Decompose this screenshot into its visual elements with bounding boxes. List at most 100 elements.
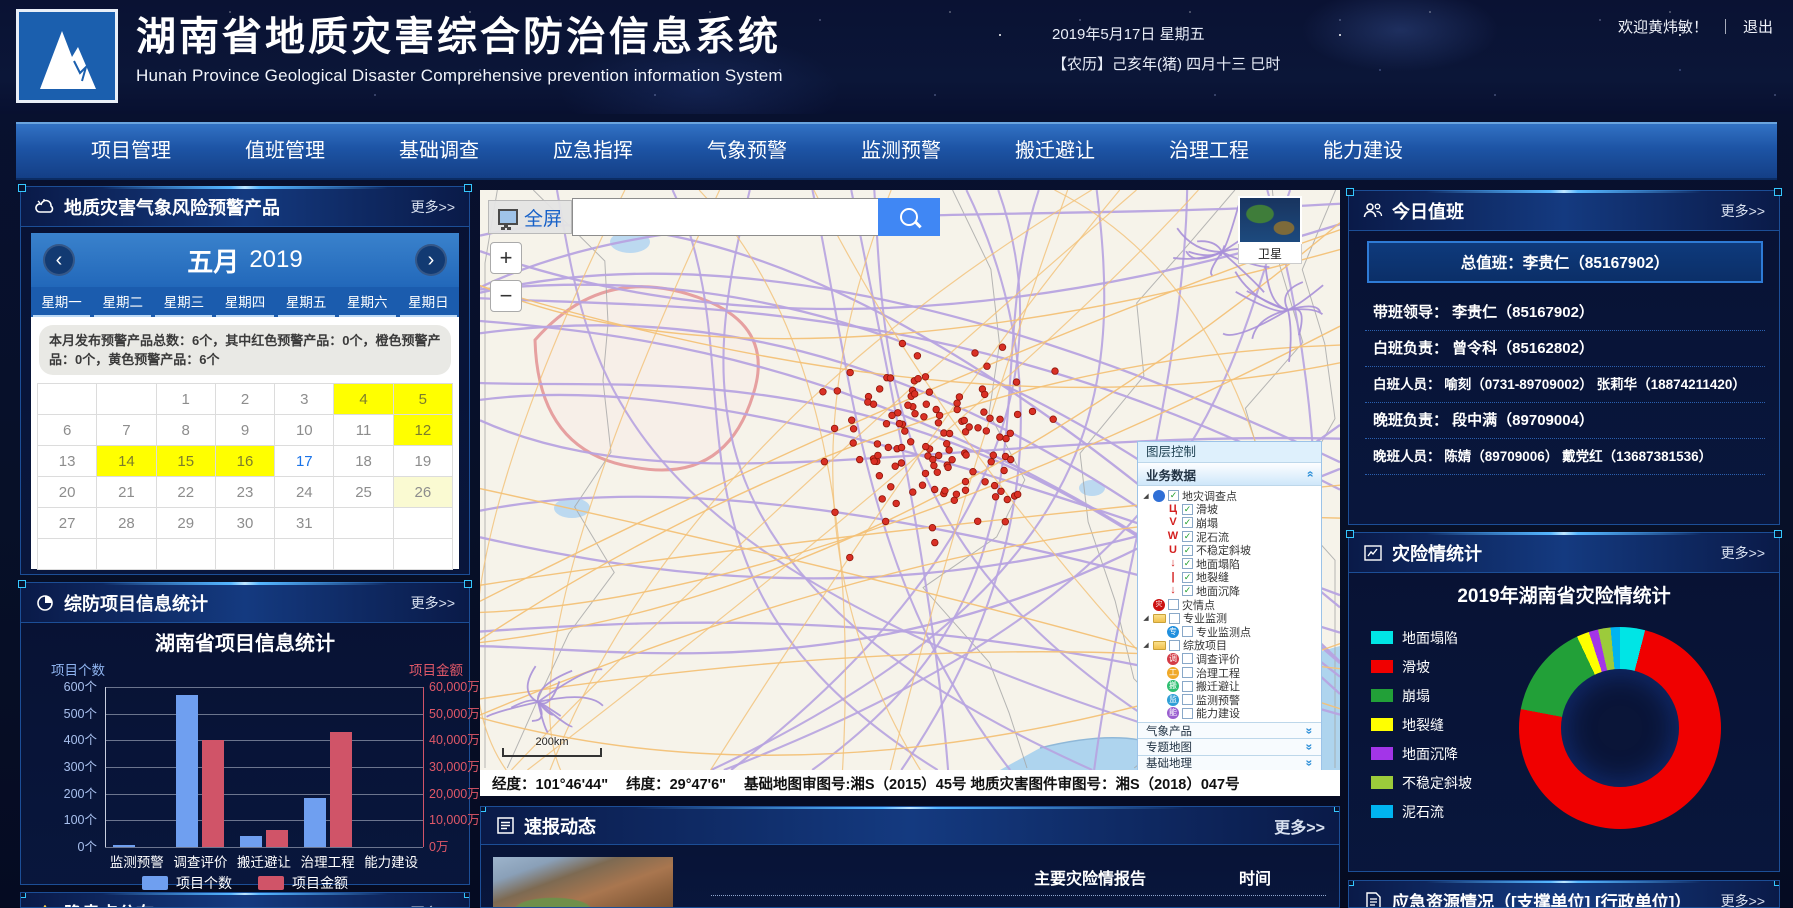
calendar-day[interactable]: 15: [157, 446, 216, 477]
nav-item-6[interactable]: 搬迁避让: [978, 124, 1132, 178]
chevron-up-icon: »: [1303, 471, 1317, 478]
map-search-button[interactable]: [878, 198, 940, 236]
logout-link[interactable]: 退出: [1743, 16, 1773, 37]
calendar-day[interactable]: 6: [38, 415, 97, 446]
satellite-thumbnail: [1238, 196, 1302, 244]
layer-checkbox[interactable]: [1182, 531, 1193, 542]
calendar-day[interactable]: 13: [38, 446, 97, 477]
nav-item-4[interactable]: 气象预警: [670, 124, 824, 178]
calendar-day[interactable]: 9: [216, 415, 275, 446]
calendar-day[interactable]: 27: [38, 508, 97, 539]
fullscreen-button[interactable]: 全屏: [488, 200, 572, 234]
layer-checkbox[interactable]: [1169, 613, 1180, 624]
hidden-more-link[interactable]: 更多>>: [411, 903, 455, 908]
layer-tree-item-0[interactable]: ◢地灾调查点: [1142, 489, 1321, 503]
nav-item-8[interactable]: 能力建设: [1286, 124, 1440, 178]
chief-duty-box[interactable]: 总值班：李贵仁（85167902）: [1367, 241, 1763, 283]
legend-item: 崩塌: [1371, 681, 1472, 710]
calendar-day[interactable]: 25: [334, 477, 393, 508]
calendar-day[interactable]: 4: [334, 384, 393, 415]
layer-tree-item-1[interactable]: Ц滑坡: [1142, 503, 1321, 517]
layer-checkbox[interactable]: [1168, 490, 1179, 501]
layer-checkbox[interactable]: [1182, 504, 1193, 515]
nav-item-7[interactable]: 治理工程: [1132, 124, 1286, 178]
layer-checkbox[interactable]: [1182, 681, 1193, 692]
calendar-day[interactable]: 12: [394, 415, 453, 446]
satellite-toggle[interactable]: 卫星: [1238, 196, 1302, 264]
layer-checkbox[interactable]: [1182, 653, 1193, 664]
layer-tree-item-16[interactable]: 能能力建设: [1142, 707, 1321, 721]
layer-tree-item-10[interactable]: 专专业监测点: [1142, 625, 1321, 639]
app-header: 湖南省地质灾害综合防治信息系统 Hunan Province Geologica…: [0, 0, 1793, 114]
calendar-next-button[interactable]: ›: [415, 244, 447, 276]
layer-checkbox[interactable]: [1182, 545, 1193, 556]
map-canvas[interactable]: 全屏 + − 卫星 图层控制 业务数据 » ◢地灾调查点Ц滑坡V崩塌W泥石流U不…: [480, 190, 1340, 770]
nav-item-1[interactable]: 值班管理: [208, 124, 362, 178]
calendar-day[interactable]: 7: [97, 415, 156, 446]
calendar-day[interactable]: 3: [275, 384, 334, 415]
map-search-input[interactable]: [572, 198, 878, 236]
bulletin-more-link[interactable]: 更多>>: [1274, 814, 1325, 838]
panel-title: 灾险情统计: [1392, 540, 1482, 566]
layer-section-business[interactable]: 业务数据 »: [1138, 462, 1321, 486]
calendar-day[interactable]: 21: [97, 477, 156, 508]
warning-products-panel: 地质灾害气象风险预警产品 更多>> ‹ 五月 2019 › 星期一星期二星期三星…: [20, 186, 470, 575]
layer-checkbox[interactable]: [1182, 517, 1193, 528]
resource-more-link[interactable]: 更多>>: [1721, 891, 1765, 908]
calendar-day[interactable]: 31: [275, 508, 334, 539]
project-more-link[interactable]: 更多>>: [411, 593, 455, 613]
zoom-out-button[interactable]: −: [490, 280, 522, 312]
layer-tree-item-7[interactable]: ↓地面沉降: [1142, 584, 1321, 598]
calendar-day[interactable]: 22: [157, 477, 216, 508]
duty-more-link[interactable]: 更多>>: [1721, 201, 1765, 221]
nav-item-2[interactable]: 基础调查: [362, 124, 516, 178]
nav-item-3[interactable]: 应急指挥: [516, 124, 670, 178]
chevron-down-icon: »: [1303, 727, 1317, 734]
calendar-day[interactable]: 5: [394, 384, 453, 415]
calendar-day[interactable]: 24: [275, 477, 334, 508]
layer-accordion-2[interactable]: 基础地理»: [1138, 755, 1321, 770]
calendar-day[interactable]: 11: [334, 415, 393, 446]
calendar-day[interactable]: 10: [275, 415, 334, 446]
calendar-day[interactable]: 17: [275, 446, 334, 477]
calendar-day[interactable]: 14: [97, 446, 156, 477]
bulletin-photo[interactable]: [493, 857, 673, 908]
layer-checkbox[interactable]: [1182, 694, 1193, 705]
calendar-day[interactable]: 2: [216, 384, 275, 415]
layer-checkbox[interactable]: [1169, 640, 1180, 651]
lunar-date-line: 【农历】己亥年(猪) 四月十三 巳时: [1052, 50, 1280, 80]
people-icon: [1363, 201, 1383, 221]
warning-more-link[interactable]: 更多>>: [411, 197, 455, 217]
layer-accordion-1[interactable]: 专题地图»: [1138, 738, 1321, 754]
calendar-day: [97, 539, 156, 570]
calendar-day[interactable]: 1: [157, 384, 216, 415]
nav-item-5[interactable]: 监测预警: [824, 124, 978, 178]
bar-count-0: [113, 845, 135, 847]
calendar-day[interactable]: 8: [157, 415, 216, 446]
calendar-day[interactable]: 19: [394, 446, 453, 477]
calendar-day[interactable]: 18: [334, 446, 393, 477]
layer-checkbox[interactable]: [1182, 708, 1193, 719]
zoom-in-button[interactable]: +: [490, 242, 522, 274]
layer-checkbox[interactable]: [1182, 585, 1193, 596]
calendar-day[interactable]: 28: [97, 508, 156, 539]
calendar-day[interactable]: 30: [216, 508, 275, 539]
calendar-day[interactable]: 26: [394, 477, 453, 508]
calendar-prev-button[interactable]: ‹: [43, 244, 75, 276]
calendar-day[interactable]: 29: [157, 508, 216, 539]
layer-checkbox[interactable]: [1182, 667, 1193, 678]
disaster-more-link[interactable]: 更多>>: [1721, 543, 1765, 563]
calendar-day[interactable]: 16: [216, 446, 275, 477]
nav-item-0[interactable]: 项目管理: [54, 124, 208, 178]
layer-checkbox[interactable]: [1168, 599, 1179, 610]
layer-accordion-0[interactable]: 气象产品»: [1138, 722, 1321, 738]
layer-tree-item-2[interactable]: V崩塌: [1142, 516, 1321, 530]
layer-checkbox[interactable]: [1182, 558, 1193, 569]
calendar-day[interactable]: 20: [38, 477, 97, 508]
layer-checkbox[interactable]: [1182, 572, 1193, 583]
layer-checkbox[interactable]: [1182, 626, 1193, 637]
project-stats-panel: 综防项目信息统计 更多>> 湖南省项目信息统计 项目个数 项目金额 600个60…: [20, 582, 470, 885]
layer-tree-item-8[interactable]: 灾灾情点: [1142, 598, 1321, 612]
layer-tree-item-5[interactable]: ↓地面塌陷: [1142, 557, 1321, 571]
calendar-day[interactable]: 23: [216, 477, 275, 508]
